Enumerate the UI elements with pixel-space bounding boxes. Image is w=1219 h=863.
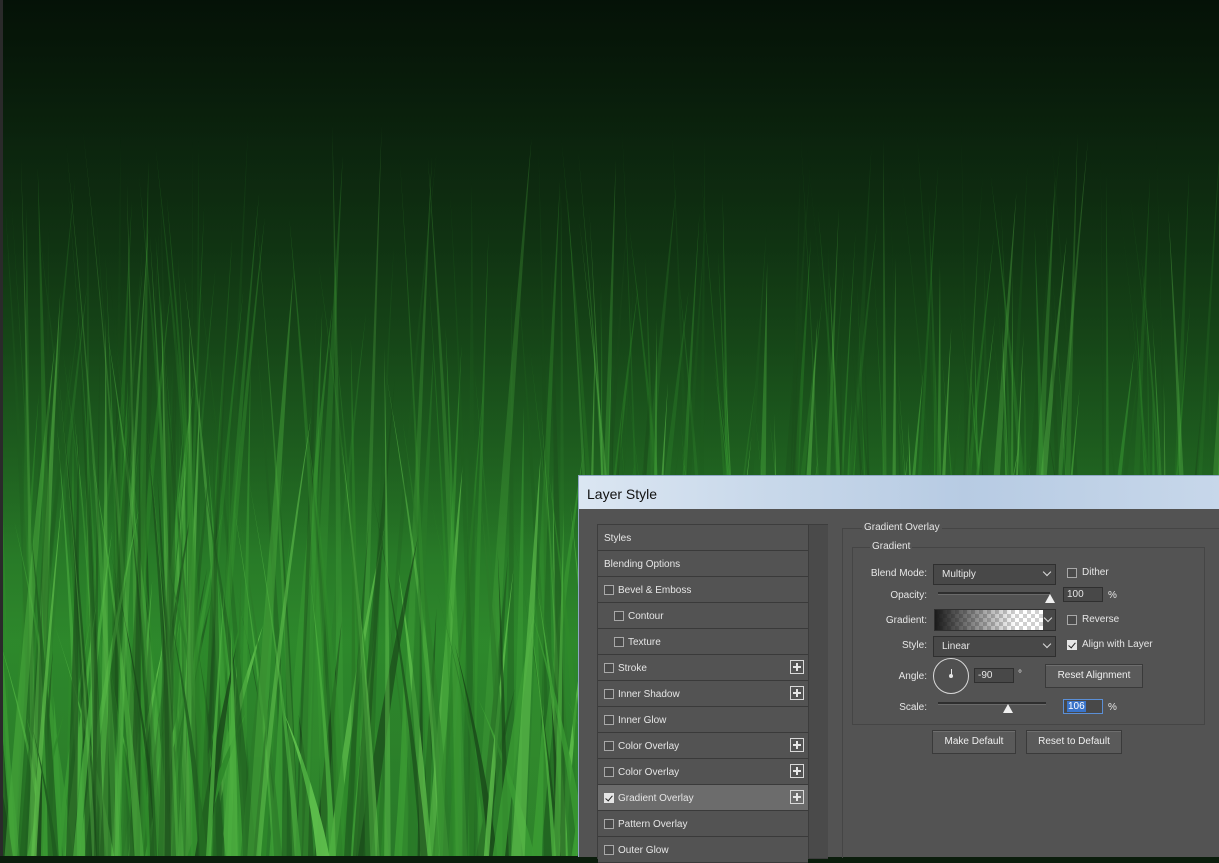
reverse-checkbox[interactable]	[1067, 615, 1077, 625]
style-item-label: Stroke	[618, 663, 647, 674]
style-item[interactable]: Blending Options	[598, 551, 808, 577]
style-item-label: Gradient Overlay	[618, 793, 694, 804]
style-item[interactable]: Pattern Overlay	[598, 811, 808, 837]
scale-slider-thumb[interactable]	[1003, 704, 1014, 713]
style-item-label: Color Overlay	[618, 741, 680, 752]
grass-blade	[384, 346, 391, 856]
align-with-layer-checkbox[interactable]	[1067, 640, 1077, 650]
align-with-layer-label: Align with Layer	[1082, 639, 1153, 650]
reset-alignment-button[interactable]: Reset Alignment	[1045, 664, 1143, 688]
style-item-checkbox[interactable]	[604, 715, 614, 725]
style-item[interactable]: Bevel & Emboss	[598, 577, 808, 603]
scale-input[interactable]: 106	[1063, 699, 1103, 714]
blend-mode-select[interactable]: Multiply	[933, 564, 1056, 585]
opacity-input[interactable]: 100	[1063, 587, 1103, 602]
blend-mode-label: Blend Mode:	[870, 568, 927, 579]
angle-dial[interactable]	[933, 658, 969, 694]
add-style-plus-icon[interactable]	[790, 764, 804, 778]
style-item-checkbox[interactable]	[604, 741, 614, 751]
opacity-slider-thumb[interactable]	[1045, 594, 1055, 603]
style-item-label: Contour	[628, 611, 664, 622]
style-item-checkbox[interactable]	[604, 585, 614, 595]
scale-value: 106	[1067, 701, 1086, 712]
angle-label: Angle:	[898, 671, 927, 682]
style-item[interactable]: Styles	[598, 525, 808, 551]
add-style-plus-icon[interactable]	[790, 660, 804, 674]
style-item-checkbox[interactable]	[614, 637, 624, 647]
layer-style-dialog: Layer Style Styles Blending Options Bevel …	[578, 475, 1219, 863]
chevron-down-icon	[1042, 639, 1052, 649]
dialog-content: Styles Blending Options Bevel & Emboss Cont…	[585, 512, 1219, 863]
style-item-checkbox[interactable]	[614, 611, 624, 621]
scale-slider[interactable]	[938, 702, 1046, 705]
style-item-label: Blending Options	[604, 559, 681, 570]
add-style-plus-icon[interactable]	[790, 686, 804, 700]
style-item[interactable]: Outer Glow	[598, 837, 808, 863]
style-select[interactable]: Linear	[933, 636, 1056, 657]
add-style-plus-icon[interactable]	[790, 790, 804, 804]
style-item-checkbox[interactable]	[604, 793, 614, 803]
gradient-swatch[interactable]	[934, 609, 1044, 631]
style-item-label: Outer Glow	[618, 845, 669, 856]
reset-to-default-button[interactable]: Reset to Default	[1026, 730, 1122, 754]
canvas-left-edge	[0, 0, 3, 856]
style-item-label: Styles	[604, 533, 632, 544]
angle-value: -90	[978, 670, 993, 681]
style-label: Style:	[901, 640, 927, 651]
dither-checkbox[interactable]	[1067, 568, 1077, 578]
style-item[interactable]: Texture	[598, 629, 808, 655]
opacity-slider[interactable]	[938, 592, 1050, 595]
dialog-title: Layer Style	[587, 486, 658, 502]
group-title: Gradient	[870, 541, 913, 552]
style-item[interactable]: Inner Shadow	[598, 681, 808, 707]
opacity-value: 100	[1067, 589, 1084, 600]
style-item[interactable]: Inner Glow	[598, 707, 808, 733]
blend-mode-value: Multiply	[942, 569, 976, 580]
opacity-unit: %	[1108, 590, 1117, 601]
scale-unit: %	[1108, 702, 1117, 713]
style-item-checkbox[interactable]	[604, 845, 614, 855]
style-item-label: Inner Shadow	[618, 689, 680, 700]
gradient-label: Gradient:	[885, 615, 927, 626]
make-default-button[interactable]: Make Default	[932, 730, 1016, 754]
style-item-label: Inner Glow	[618, 715, 667, 726]
style-item-checkbox[interactable]	[604, 663, 614, 673]
style-item[interactable]: Color Overlay	[598, 759, 808, 785]
gradient-picker-dropdown[interactable]	[1043, 609, 1056, 631]
styles-list-panel: Styles Blending Options Bevel & Emboss Cont…	[597, 524, 828, 863]
section-title: Gradient Overlay	[862, 522, 942, 533]
chevron-down-icon	[1042, 567, 1052, 577]
reverse-label: Reverse	[1082, 614, 1120, 625]
dialog-titlebar[interactable]: Layer Style	[579, 476, 1219, 509]
style-item-label: Bevel & Emboss	[618, 585, 692, 596]
style-item-label: Texture	[628, 637, 661, 648]
add-style-plus-icon[interactable]	[790, 738, 804, 752]
style-item[interactable]: Gradient Overlay	[598, 785, 808, 811]
style-item[interactable]: Stroke	[598, 655, 808, 681]
angle-unit: °	[1018, 669, 1022, 680]
style-item[interactable]: Color Overlay	[598, 733, 808, 759]
scale-label: Scale:	[899, 702, 927, 713]
style-item-label: Pattern Overlay	[618, 819, 688, 830]
style-value: Linear	[942, 641, 970, 652]
styles-list-scrollbar[interactable]	[808, 525, 828, 858]
angle-dial-center	[949, 674, 953, 678]
angle-input[interactable]: -90	[974, 668, 1014, 683]
style-item[interactable]: Contour	[598, 603, 808, 629]
style-item-label: Color Overlay	[618, 767, 680, 778]
style-item-checkbox[interactable]	[604, 689, 614, 699]
dither-label: Dither	[1082, 567, 1109, 578]
opacity-label: Opacity:	[890, 590, 927, 601]
style-item-checkbox[interactable]	[604, 819, 614, 829]
style-item-checkbox[interactable]	[604, 767, 614, 777]
